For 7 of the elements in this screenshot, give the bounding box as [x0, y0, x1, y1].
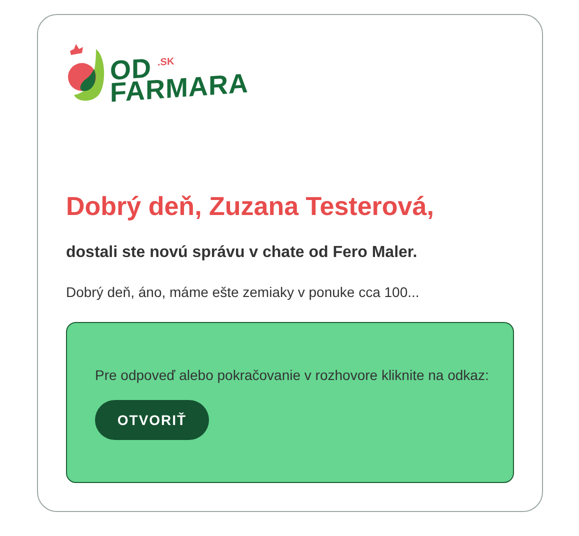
- message-subtitle: dostali ste novú správu v chate od Fero Maler.: [66, 244, 418, 262]
- open-button[interactable]: OTVORIŤ: [95, 400, 209, 440]
- message-preview: Dobrý deň, áno, máme ešte zemiaky v ponuke cca 100...: [66, 284, 420, 300]
- callout-text: Pre odpoveď alebo pokračovanie v rozhovore kliknite na odkaz:: [95, 367, 490, 383]
- logo-suffix: .SK: [158, 55, 174, 71]
- greeting-heading: Dobrý deň, Zuzana Testerová,: [66, 191, 435, 222]
- vegetable-logo-icon: [66, 43, 106, 103]
